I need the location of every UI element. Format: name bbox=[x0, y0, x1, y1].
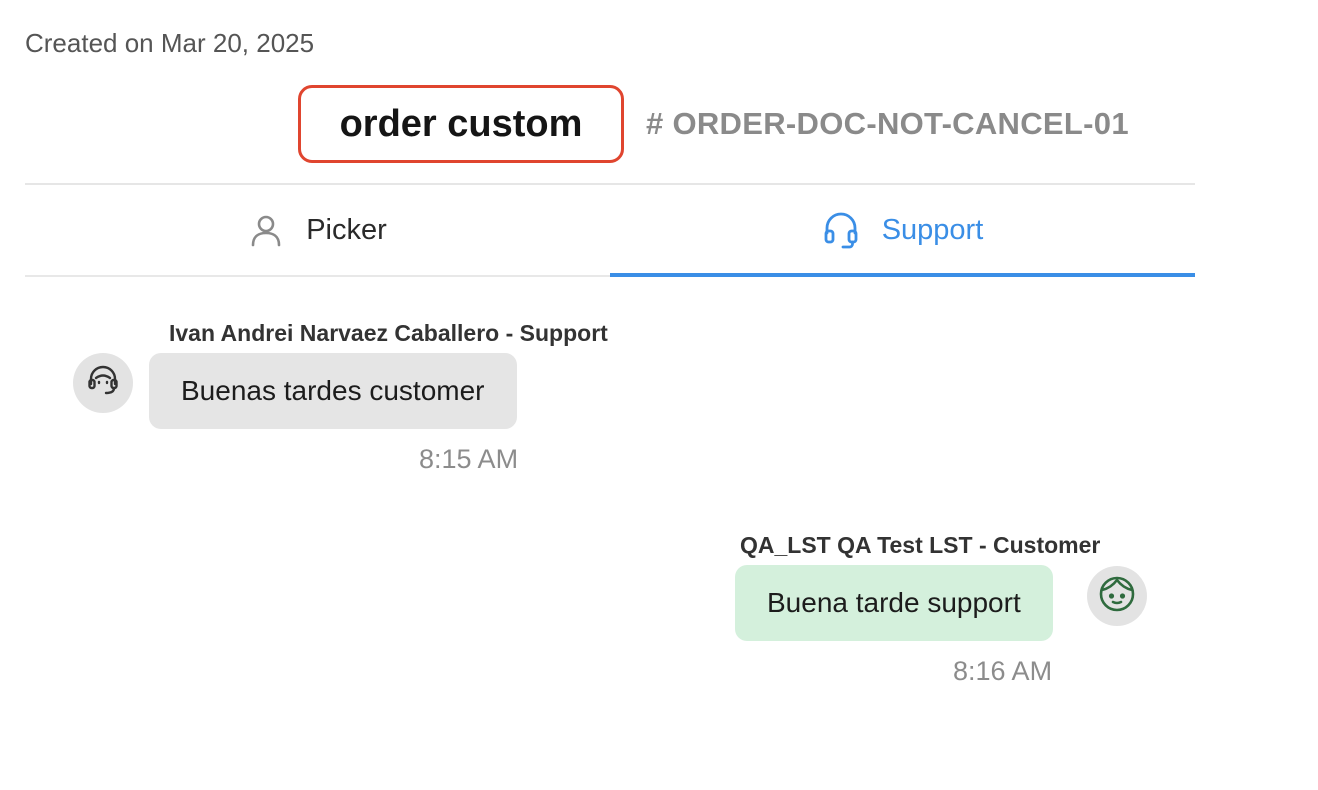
headset-icon bbox=[822, 211, 860, 249]
order-id: # ORDER-DOC-NOT-CANCEL-01 bbox=[646, 106, 1129, 141]
message-bubble: Buenas tardes customer bbox=[149, 353, 517, 429]
avatar bbox=[73, 353, 133, 413]
person-icon bbox=[248, 212, 284, 248]
chat-title: order custom bbox=[298, 85, 624, 163]
customer-face-icon bbox=[1097, 574, 1137, 619]
tab-picker[interactable]: Picker bbox=[25, 185, 610, 275]
message-bubble: Buena tarde support bbox=[735, 565, 1053, 641]
tab-support-label: Support bbox=[881, 213, 984, 246]
message-time: 8:15 AM bbox=[419, 444, 519, 474]
avatar bbox=[1087, 566, 1147, 626]
title-row: order custom # ORDER-DOC-NOT-CANCEL-01 bbox=[298, 85, 1198, 163]
support-agent-icon bbox=[86, 364, 120, 403]
message-sender: QA_LST QA Test LST - Customer bbox=[740, 532, 1101, 558]
message-sender: Ivan Andrei Narvaez Caballero - Support bbox=[169, 320, 608, 346]
tab-picker-label: Picker bbox=[306, 213, 387, 246]
tab-support[interactable]: Support bbox=[610, 185, 1195, 277]
message-time: 8:16 AM bbox=[953, 656, 1053, 686]
created-date: Created on Mar 20, 2025 bbox=[25, 28, 315, 58]
chat-page: Created on Mar 20, 2025 order custom # O… bbox=[0, 0, 1318, 790]
tab-bar: Picker Support bbox=[25, 185, 1195, 277]
